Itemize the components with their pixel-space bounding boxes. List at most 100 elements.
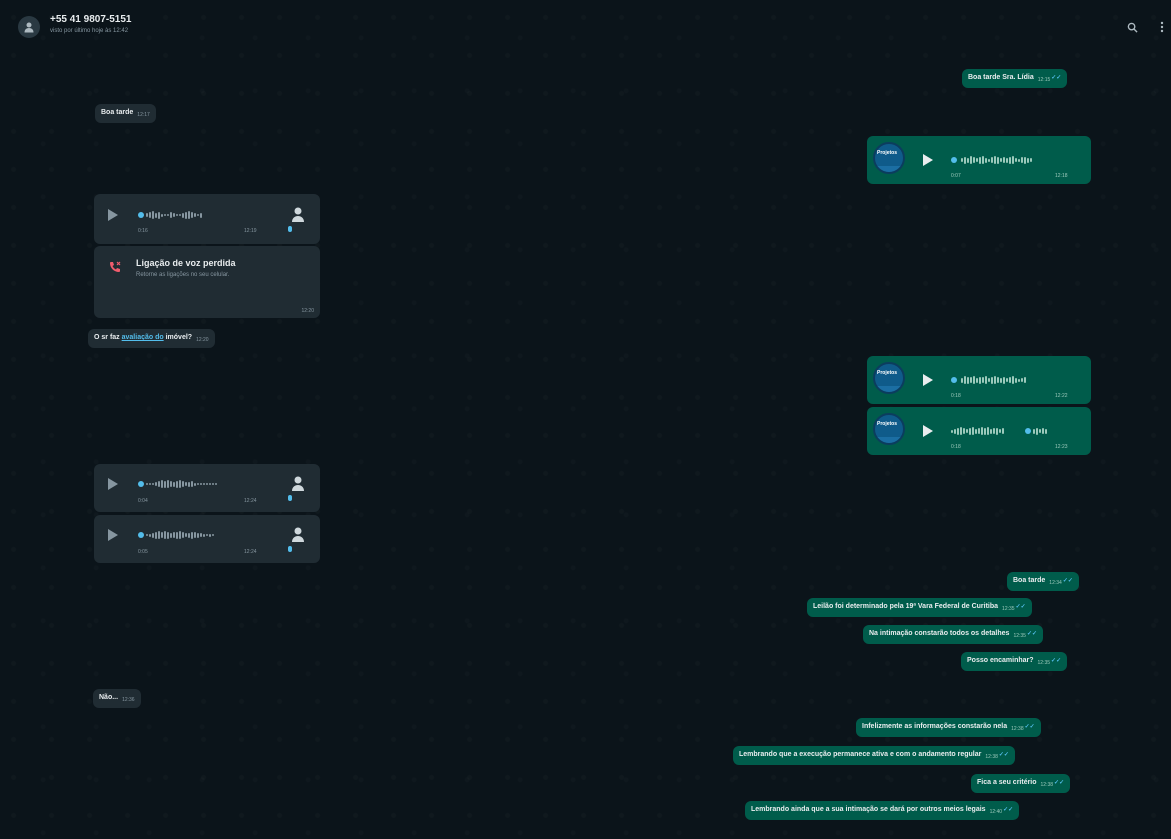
message-text: Boa tarde Sra. Lídia xyxy=(968,74,1034,81)
person-icon xyxy=(24,22,34,33)
message-text: Fica a seu critério xyxy=(977,779,1037,786)
contact-status: visto por último hoje às 12:42 xyxy=(50,28,129,34)
message-text: Boa tarde xyxy=(101,109,134,116)
playback-handle[interactable] xyxy=(138,532,144,538)
playback-handle[interactable] xyxy=(138,481,144,487)
contact-name: +55 41 9807-5151 xyxy=(50,14,132,25)
voice-message-incoming[interactable]: 0:04 12:24 xyxy=(94,464,320,512)
message-time: 12:15 xyxy=(1037,77,1051,83)
message-outgoing[interactable]: Lembrando que a execução permanece ativa… xyxy=(733,746,1015,765)
mic-icon xyxy=(288,546,292,552)
contact-avatar[interactable] xyxy=(18,16,40,38)
message-text: Lembrando que a execução permanece ativa… xyxy=(739,751,982,758)
message-time: 12:18 xyxy=(1055,173,1068,179)
message-time: 12:24 xyxy=(244,549,257,555)
read-receipt-icon: ✓✓ xyxy=(1026,631,1038,637)
message-time: 12:35 xyxy=(1002,606,1015,612)
message-text: Posso encaminhar? xyxy=(967,657,1034,664)
waveform-remaining[interactable] xyxy=(1033,427,1047,435)
message-time: 12:20 xyxy=(301,308,314,314)
message-time: 12:20 xyxy=(196,337,209,343)
voice-duration: 0:05 xyxy=(138,549,148,555)
voice-duration: 0:07 xyxy=(951,173,961,179)
voice-message-outgoing[interactable]: Projetos 0:07 12:18 xyxy=(867,136,1091,184)
chat-window: +55 41 9807-5151 visto por último hoje à… xyxy=(6,6,1171,839)
play-icon[interactable] xyxy=(923,425,933,437)
message-time: 12:23 xyxy=(1055,444,1068,450)
waveform[interactable] xyxy=(146,480,217,488)
read-receipt-icon: ✓✓ xyxy=(998,752,1009,758)
waveform[interactable] xyxy=(146,211,202,219)
play-icon[interactable] xyxy=(923,154,933,166)
missed-call-subtitle: Retorne as ligações no seu celular. xyxy=(136,272,230,278)
message-time: 12:24 xyxy=(244,498,257,504)
sender-avatar: Projetos xyxy=(873,413,905,445)
message-time: 12:22 xyxy=(1055,393,1068,399)
mic-icon xyxy=(288,495,292,501)
waveform[interactable] xyxy=(146,531,214,539)
message-text: Não... xyxy=(99,694,119,701)
voice-duration: 0:18 xyxy=(951,393,961,399)
read-receipt-icon: ✓✓ xyxy=(1051,658,1062,664)
message-outgoing[interactable]: Lembrando ainda que a sua intimação se d… xyxy=(745,801,1020,820)
playback-handle[interactable] xyxy=(951,377,957,383)
voice-duration: 0:04 xyxy=(138,498,148,504)
voice-message-incoming[interactable]: 0:16 12:19 xyxy=(94,194,320,244)
voice-message-incoming[interactable]: 0:05 12:24 xyxy=(94,515,320,563)
playback-handle[interactable] xyxy=(951,157,957,163)
playback-handle[interactable] xyxy=(138,212,144,218)
play-icon[interactable] xyxy=(108,209,118,221)
read-receipt-icon: ✓✓ xyxy=(1024,724,1035,730)
message-time: 12:19 xyxy=(244,228,257,234)
message-outgoing[interactable]: Boa tarde 12:34✓✓ xyxy=(1007,572,1079,591)
message-outgoing[interactable]: Na intimação constarão todos os detalhes… xyxy=(863,625,1044,644)
message-time: 12:17 xyxy=(137,112,150,118)
message-outgoing[interactable]: Leilão foi determinado pela 19ª Vara Fed… xyxy=(807,598,1032,617)
read-receipt-icon: ✓✓ xyxy=(1054,780,1065,786)
message-time: 12:40 xyxy=(989,809,1003,815)
message-text: Boa tarde xyxy=(1013,577,1046,584)
message-time: 12:36 xyxy=(122,697,135,703)
message-incoming[interactable]: O sr faz avaliação do imóvel? 12:20 xyxy=(88,329,215,348)
message-time: 12:34 xyxy=(1049,580,1062,586)
contact-info[interactable]: +55 41 9807-5151 visto por último hoje à… xyxy=(50,14,131,34)
message-time: 12:38 xyxy=(1011,726,1024,732)
message-text: Na intimação constarão todos os detalhes xyxy=(869,630,1010,637)
play-icon[interactable] xyxy=(923,374,933,386)
message-time: 12:35 xyxy=(1037,660,1051,666)
read-receipt-icon: ✓✓ xyxy=(1003,807,1014,813)
waveform[interactable] xyxy=(961,156,1032,164)
message-text: Infelizmente as informações constarão ne… xyxy=(862,723,1008,730)
read-receipt-icon: ✓✓ xyxy=(1015,604,1026,610)
chat-header[interactable]: +55 41 9807-5151 visto por último hoje à… xyxy=(6,6,1171,44)
search-icon[interactable] xyxy=(1125,20,1139,34)
voice-message-outgoing[interactable]: Projetos 0:18 12:22 xyxy=(867,356,1091,404)
message-time: 12:35 xyxy=(1013,633,1026,639)
message-text: O sr faz xyxy=(94,334,122,341)
message-incoming[interactable]: Não... 12:36 xyxy=(93,689,141,708)
message-link[interactable]: avaliação do xyxy=(122,334,164,341)
message-text: imóvel? xyxy=(163,334,193,341)
waveform[interactable] xyxy=(951,427,1004,435)
playback-handle[interactable] xyxy=(1025,428,1031,434)
voice-duration: 0:16 xyxy=(138,228,148,234)
play-icon[interactable] xyxy=(108,529,118,541)
sender-avatar: Projetos xyxy=(873,142,905,174)
missed-call-icon xyxy=(108,260,122,274)
kebab-menu-icon[interactable] xyxy=(1155,20,1169,34)
voice-message-outgoing[interactable]: Projetos 0:18 12:23 xyxy=(867,407,1091,455)
person-icon xyxy=(290,526,304,544)
play-icon[interactable] xyxy=(108,478,118,490)
message-incoming[interactable]: Boa tarde 12:17 xyxy=(95,104,156,123)
missed-call-notice[interactable]: Ligação de voz perdida Retorne as ligaçõ… xyxy=(94,246,320,318)
read-receipt-icon: ✓✓ xyxy=(1062,578,1073,584)
message-outgoing[interactable]: Fica a seu critério 12:38✓✓ xyxy=(971,774,1071,793)
waveform[interactable] xyxy=(961,376,1026,384)
message-outgoing[interactable]: Infelizmente as informações constarão ne… xyxy=(856,718,1041,737)
message-outgoing[interactable]: Boa tarde Sra. Lídia 12:15✓✓ xyxy=(962,69,1068,88)
message-outgoing[interactable]: Posso encaminhar? 12:35✓✓ xyxy=(961,652,1068,671)
person-icon xyxy=(290,206,304,224)
message-text: Leilão foi determinado pela 19ª Vara Fed… xyxy=(813,603,999,610)
read-receipt-icon: ✓✓ xyxy=(1051,75,1062,81)
sender-avatar: Projetos xyxy=(873,362,905,394)
